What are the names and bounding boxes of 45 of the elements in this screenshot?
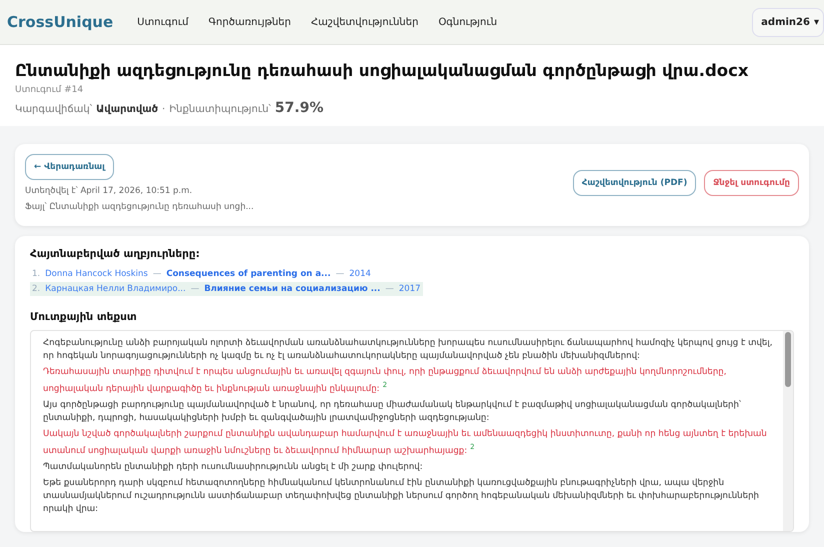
source-ref: 2 [470, 442, 475, 451]
separator: · [162, 104, 166, 115]
brand-logo[interactable]: CrossUnique [7, 13, 114, 31]
source-author[interactable]: Donna Hancock Hoskins [45, 269, 148, 279]
nav-link[interactable]: Հաշվետվություններ [310, 16, 418, 28]
created-date: Ստեղծվել է՝ April 17, 2026, 10:51 p.m. [25, 186, 192, 196]
source-year: 2017 [398, 284, 421, 294]
scroll-thumb[interactable] [785, 332, 791, 387]
paragraph: Այս գործընթացի բարդությունը պայմանավորված է նրանով, որ դեռահասը միաժամանակ ենթարկվում է բազմաթիվ սոցիալականացման գործակալների՝ ընտանիքի, դպրոցի, հասակակիցների խմբի եւ զանգվածային լրատվամիջոցների ազդեցությանը: [43, 398, 742, 425]
status-label: Կարգավիճակ՝ [15, 104, 92, 115]
page-title: Ընտանիքի ազդեցությունը դեռահասի սոցիալականացման գործընթացի վրա.docx [15, 61, 750, 80]
dash-separator: — [336, 269, 344, 279]
nav-link[interactable]: Գործառույթներ [208, 16, 291, 28]
nav-link[interactable]: Ստուգում [137, 16, 189, 28]
input-text-heading: Մուտքային տեքստ [30, 311, 138, 323]
source-ref: 2 [382, 381, 388, 389]
dash-separator: — [385, 284, 394, 294]
flagged-paragraph: Դեռահասային տարիքը դիտվում է որպես անցումային եւ առավել զգայուն փուլ, որի ընթացքում ձեւավորվում են անձի արժեքային կողմնորոշումները, սոցիալական դերային վարքագիծը եւ ինքնության առաջնային ընկալումը: $^{2}$ [43, 366, 728, 396]
delete-button[interactable]: Ջնջել ստուգումը [704, 170, 799, 196]
paragraph: Եթե քսաներորդ դարի սկզբում հետազոտողները հիմնականում կենտրոնանում էին ընտանիքի կառուցվածքային բնութագրիչների վրա, ապա վերջին տասնամյակներում ուշադրությունն աստիճանաբար տեղափոխվեց ընտանիքի ներսում գործող հոգեբանական մեխանիզմների եւ փոխհարաբերությունների որակի վրա: [43, 476, 760, 516]
source-item[interactable]: 1. Donna Hancock Hoskins — Consequences of parenting on a... — 2014 [30, 267, 373, 281]
sources-heading: Հայտնաբերված աղբյուրները: [30, 248, 201, 260]
file-name: Ֆայլ՝ Ընտանիքի ազդեցությունը դեռահասի սոցի... [25, 202, 254, 212]
report-button[interactable]: Հաշվետվություն (PDF) [572, 170, 696, 196]
source-year: 2014 [349, 269, 371, 279]
source-title[interactable]: Влияние семьи на социализацию ... [204, 284, 380, 294]
dash-separator: — [190, 284, 200, 294]
originality-label: Ինքնատիպություն՝ [169, 104, 271, 115]
user-menu[interactable]: admin26 ▾ [752, 8, 824, 36]
paragraph: Պատմականորեն ընտանիքի դերի ուսումնասիրությունն անցել է մի շարք փուլերով: [43, 460, 424, 474]
source-item[interactable]: 2. Карнацкая Нелли Владимиро... — Влияние семьи на социализацию ... — 2017 [30, 282, 423, 296]
source-number: 2. [32, 284, 40, 294]
dash-separator: — [152, 269, 162, 279]
scrollbar[interactable] [783, 331, 793, 531]
flagged-paragraph: Սակայն նշված գործակալների շարքում ընտանիքն ավանդաբար համարվում է առաջնային եւ ամենաազդեցիկ ինստիտուտը, քանի որ հենց այնտեղ է երեխան ստանում սոցիալական վարքի առաջին նմուշները եւ ձեւավորում հիմնարար աշխարհայացք: $^{2}$ [43, 428, 768, 458]
originality-value: 57.9% [274, 100, 324, 116]
nav-link[interactable]: Օգնություն [438, 16, 498, 28]
text-area[interactable] [30, 330, 794, 532]
paragraph: Հոգեբանությունը անձի բարոյական ոլորտի ձեւավորման առանձնահատկությունները խորապես ուսումնասիրելու ճանապարհով համոզիչ կերպով ցույց է տվել, որ հոգեկան նորագոյացությունների ոչ կազմը եւ ոչ էլ առանձնահատուկորակները պայմանավորված չեն բնածին մեխանիզմներով: [43, 337, 774, 363]
check-number: Ստուգում #14 [15, 85, 84, 95]
source-number: 1. [32, 269, 40, 279]
source-title[interactable]: Consequences of parenting on a... [166, 269, 331, 279]
back-button[interactable]: ← Վերադառնալ [25, 154, 114, 180]
status-value: Ավարտված [96, 104, 158, 115]
source-author[interactable]: Карнацкая Нелли Владимиро... [45, 284, 186, 294]
